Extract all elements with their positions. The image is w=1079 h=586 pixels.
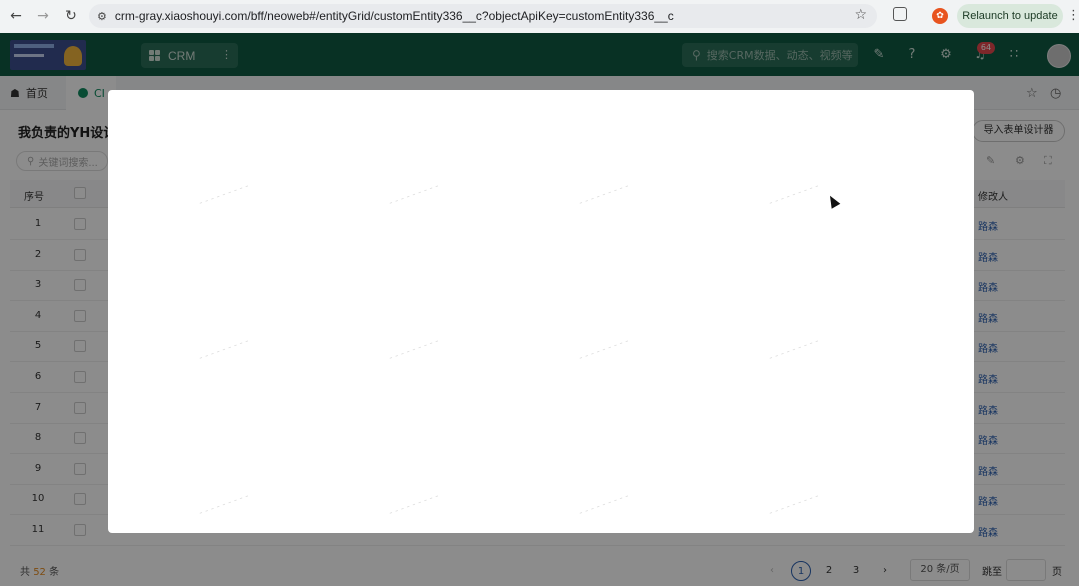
watermark: - - - - - - - - - (197, 491, 251, 519)
back-arrow-icon[interactable]: ← (5, 5, 27, 27)
watermark: - - - - - - - - - (767, 491, 821, 519)
watermark: - - - - - - - - - (387, 491, 441, 519)
forward-arrow-icon[interactable]: → (32, 5, 54, 27)
extensions-icon[interactable] (893, 7, 907, 21)
browser-toolbar: ← → ↻ ⚙ crm-gray.xiaoshouyi.com/bff/neow… (0, 0, 1079, 33)
watermark: - - - - - - - - - (577, 491, 631, 519)
url-text: crm-gray.xiaoshouyi.com/bff/neoweb#/enti… (114, 9, 674, 23)
watermark: - - - - - - - - - (197, 336, 251, 364)
watermark: - - - - - - - - - (387, 181, 441, 209)
address-bar[interactable]: ⚙ crm-gray.xiaoshouyi.com/bff/neoweb#/en… (89, 4, 877, 28)
watermark: - - - - - - - - - (767, 336, 821, 364)
star-icon[interactable]: ☆ (854, 7, 867, 23)
watermark: - - - - - - - - - (387, 336, 441, 364)
watermark: - - - - - - - - - (577, 336, 631, 364)
browser-menu-icon[interactable]: ⋮ (1067, 8, 1079, 23)
watermark: - - - - - - - - - (767, 181, 821, 209)
reload-icon[interactable]: ↻ (60, 5, 82, 27)
watermark: - - - - - - - - - (577, 181, 631, 209)
relaunch-button[interactable]: Relaunch to update (957, 4, 1063, 28)
site-settings-icon[interactable]: ⚙ (97, 10, 107, 23)
profile-icon[interactable]: ✿ (932, 8, 948, 24)
watermark: - - - - - - - - - (197, 181, 251, 209)
modal-dialog: - - - - - - - - - - - - - - - - - - - - … (108, 90, 974, 533)
